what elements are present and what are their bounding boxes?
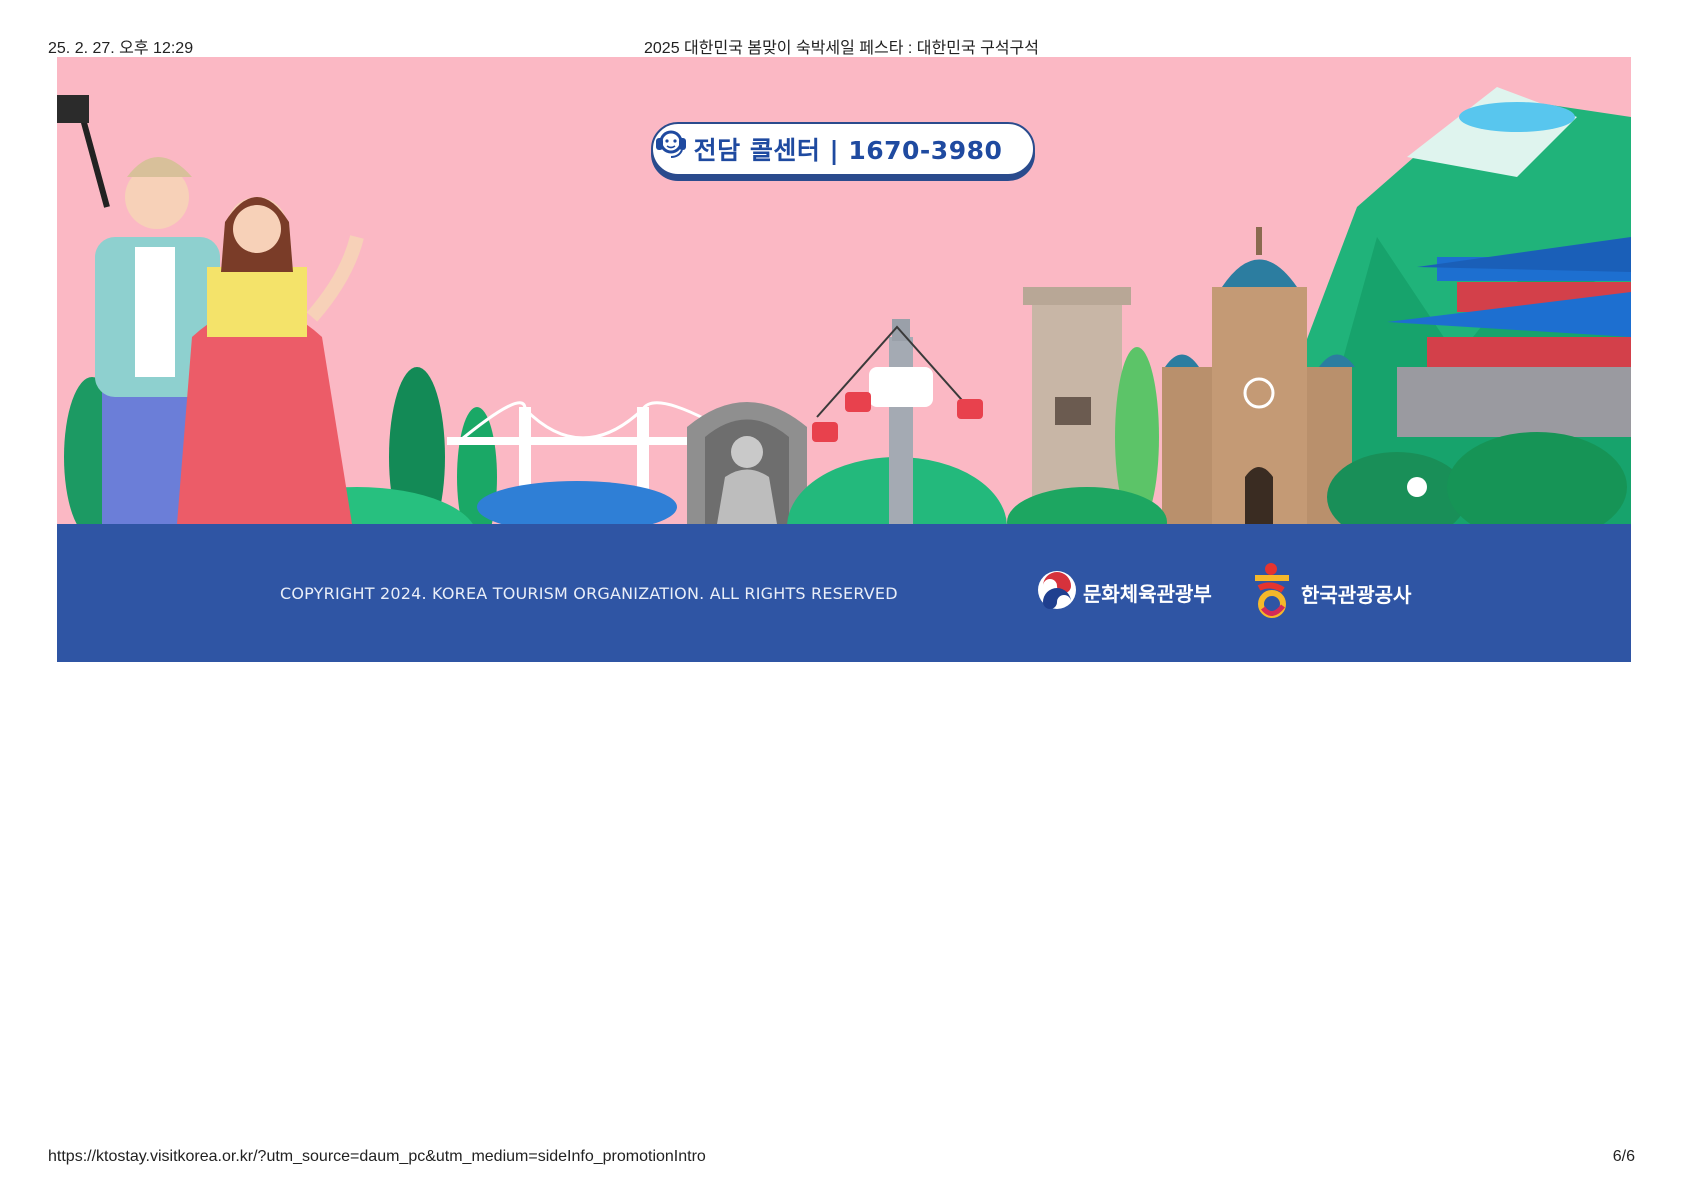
kto-emblem-icon xyxy=(1249,562,1295,625)
kto-logo-text: 한국관광공사 xyxy=(1301,583,1412,607)
copyright-text: COPYRIGHT 2024. KOREA TOURISM ORGANIZATI… xyxy=(280,584,898,603)
callcenter-label: 전담 콜센터 | 1670-3980 xyxy=(693,136,1003,165)
mcst-logo[interactable]: 문화체육관광부 xyxy=(1037,570,1212,615)
print-page-number: 6/6 xyxy=(1612,1148,1635,1165)
print-url[interactable]: https://ktostay.visitkorea.or.kr/?utm_so… xyxy=(48,1148,706,1166)
print-page-title: 2025 대한민국 봄맞이 숙박세일 페스타 : 대한민국 구석구석 xyxy=(644,40,1039,57)
mcst-logo-text: 문화체육관광부 xyxy=(1083,582,1212,606)
promo-banner: 전담 콜센터 | 1670-3980 COPYRIGHT 2024. KOREA… xyxy=(57,57,1631,662)
banner-footer: COPYRIGHT 2024. KOREA TOURISM ORGANIZATI… xyxy=(57,524,1631,662)
travel-illustration: 전담 콜센터 | 1670-3980 xyxy=(57,57,1631,524)
taegeuk-icon xyxy=(1037,570,1077,615)
callcenter-badge[interactable]: 전담 콜센터 | 1670-3980 xyxy=(651,122,1035,176)
kto-logo[interactable]: 한국관광공사 xyxy=(1249,562,1411,625)
